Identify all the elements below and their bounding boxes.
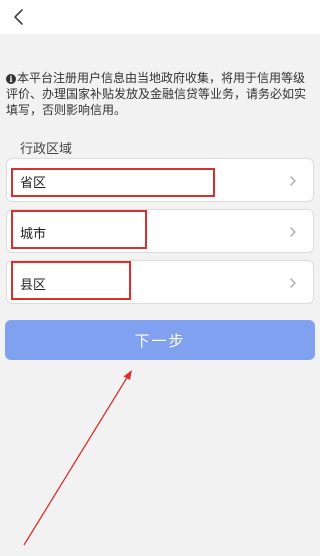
- notice-text-block: i 本平台注册用户信息由当地政府收集，将用于信用等级评价、办理国家补贴发放及金融信…: [6, 70, 316, 118]
- chevron-right-icon: [290, 278, 296, 288]
- notice-text: 本平台注册用户信息由当地政府收集，将用于信用等级评价、办理国家补贴发放及金融信贷…: [6, 71, 307, 117]
- county-select[interactable]: 县区: [6, 260, 314, 304]
- city-label: 城市: [20, 227, 47, 242]
- top-bar: [0, 0, 320, 34]
- info-icon: i: [6, 74, 16, 84]
- city-select[interactable]: 城市: [6, 209, 314, 253]
- back-button[interactable]: [6, 4, 30, 30]
- next-step-button[interactable]: 下一步: [5, 320, 315, 360]
- chevron-left-icon: [14, 9, 23, 25]
- chevron-right-icon: [290, 227, 296, 237]
- province-label: 省区: [20, 176, 47, 191]
- chevron-right-icon: [290, 176, 296, 186]
- section-label: 行政区域: [20, 142, 73, 157]
- county-label: 县区: [20, 278, 47, 293]
- province-select[interactable]: 省区: [6, 158, 314, 202]
